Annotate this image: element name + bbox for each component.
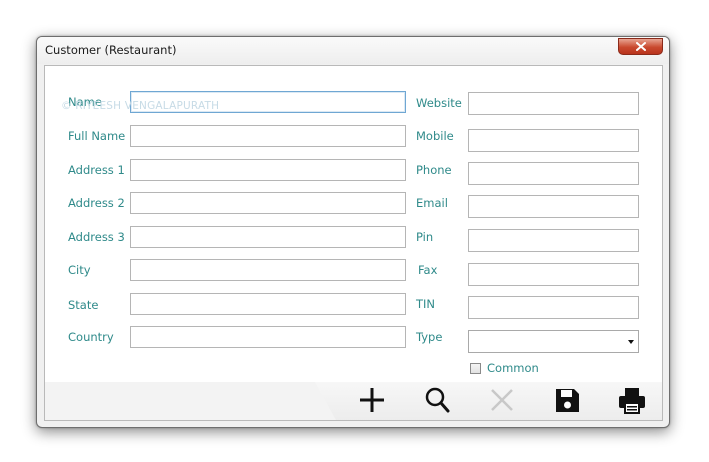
printer-icon	[619, 388, 645, 414]
name-input[interactable]	[130, 91, 406, 113]
city-input[interactable]	[130, 259, 406, 281]
country-input[interactable]	[130, 326, 406, 348]
label-fax: Fax	[418, 263, 438, 277]
label-full-name: Full Name	[68, 129, 126, 143]
common-checkbox[interactable]	[470, 363, 481, 374]
label-state: State	[68, 298, 99, 312]
window-title: Customer (Restaurant)	[45, 43, 177, 57]
x-icon	[491, 389, 513, 411]
state-input[interactable]	[130, 293, 406, 315]
label-country: Country	[68, 330, 114, 344]
label-website: Website	[416, 96, 462, 110]
close-icon	[636, 42, 646, 51]
label-common: Common	[487, 361, 539, 375]
address-1-input[interactable]	[130, 159, 406, 181]
type-select[interactable]	[468, 330, 639, 353]
label-address-2: Address 2	[68, 196, 125, 210]
pin-input[interactable]	[468, 229, 639, 252]
form-panel: Name Full Name Address 1 Address 2 Addre…	[44, 65, 663, 421]
print-button[interactable]	[616, 384, 648, 416]
label-pin: Pin	[416, 230, 434, 244]
floppy-disk-icon	[556, 389, 579, 412]
customer-window: Customer (Restaurant) Name Full Name Add…	[36, 36, 670, 428]
label-address-1: Address 1	[68, 163, 125, 177]
phone-input[interactable]	[468, 162, 639, 185]
address-3-input[interactable]	[130, 226, 406, 248]
address-2-input[interactable]	[130, 192, 406, 214]
label-phone: Phone	[416, 163, 452, 177]
label-type: Type	[416, 330, 443, 344]
delete-button[interactable]	[486, 384, 518, 416]
label-tin: TIN	[416, 297, 436, 311]
search-button[interactable]	[421, 384, 453, 416]
add-button[interactable]	[356, 384, 388, 416]
label-address-3: Address 3	[68, 230, 125, 244]
plus-icon	[360, 388, 384, 412]
tin-input[interactable]	[468, 296, 639, 319]
fax-input[interactable]	[468, 263, 639, 286]
magnifier-icon	[425, 387, 450, 413]
title-bar[interactable]: Customer (Restaurant)	[37, 37, 669, 64]
chevron-down-icon	[628, 340, 634, 344]
label-email: Email	[416, 196, 448, 210]
label-city: City	[68, 263, 91, 277]
close-button[interactable]	[618, 38, 663, 55]
mobile-input[interactable]	[468, 129, 639, 152]
website-input[interactable]	[468, 92, 639, 115]
email-input[interactable]	[468, 195, 639, 218]
full-name-input[interactable]	[130, 125, 406, 147]
save-button[interactable]	[551, 384, 583, 416]
label-mobile: Mobile	[416, 129, 454, 143]
label-name: Name	[68, 95, 102, 109]
